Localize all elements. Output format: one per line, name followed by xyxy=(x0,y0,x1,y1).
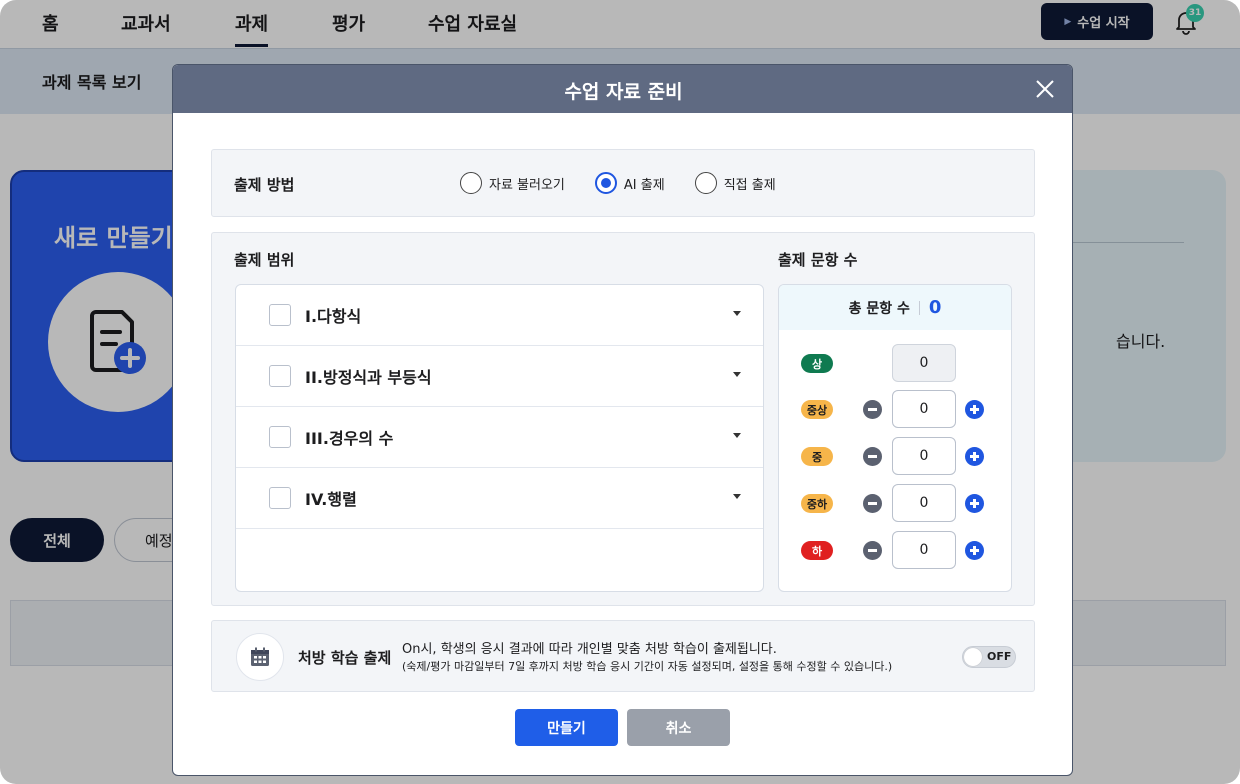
toggle-knob xyxy=(964,648,982,666)
range-item-label: IV.행렬 xyxy=(305,490,357,509)
range-checkbox[interactable] xyxy=(269,487,291,509)
radio-load-materials-label: 자료 불러오기 xyxy=(489,177,565,193)
level-row-mid-high: 중상 xyxy=(779,390,1011,428)
range-checkbox[interactable] xyxy=(269,426,291,448)
range-item-label: II.방정식과 부등식 xyxy=(305,368,432,387)
increase-low-button[interactable] xyxy=(965,541,984,560)
toggle-label: OFF xyxy=(987,650,1012,663)
level-mid-high-count-input[interactable] xyxy=(892,390,956,428)
calendar-icon-circle xyxy=(236,633,284,681)
decrease-low-button[interactable] xyxy=(863,541,882,560)
increase-mid-low-button[interactable] xyxy=(965,494,984,513)
chevron-down-icon[interactable] xyxy=(733,372,741,377)
chevron-down-icon[interactable] xyxy=(733,433,741,438)
prescription-description: On시, 학생의 응시 결과에 따라 개인별 맞춤 처방 학습이 출제됩니다. xyxy=(402,642,777,657)
radio-ai-question[interactable]: AI 출제 xyxy=(594,172,665,194)
total-count-header: 총 문항 수 0 xyxy=(779,285,1011,330)
range-list: I.다항식 II.방정식과 부등식 III.경우의 수 IV.행렬 xyxy=(235,284,764,592)
level-badge-mid-high: 중상 xyxy=(801,400,833,419)
range-item-counting[interactable]: III.경우의 수 xyxy=(236,407,763,468)
radio-ai-question-label: AI 출제 xyxy=(623,177,665,193)
range-item-polynomial[interactable]: I.다항식 xyxy=(236,285,763,346)
level-high-count-input xyxy=(892,344,956,382)
level-row-mid: 중 xyxy=(779,437,1011,475)
level-badge-low: 하 xyxy=(801,541,833,560)
decrease-mid-high-button[interactable] xyxy=(863,400,882,419)
level-row-mid-low: 중하 xyxy=(779,484,1011,522)
radio-manual-question-label: 직접 출제 xyxy=(723,177,776,193)
prepare-materials-modal: 수업 자료 준비 출제 방법 자료 불러오기 AI 출제 직접 출제 출제 범위 xyxy=(172,64,1073,776)
increase-mid-high-button[interactable] xyxy=(965,400,984,419)
modal-title: 수업 자료 준비 xyxy=(564,81,683,103)
radio-load-materials[interactable]: 자료 불러오기 xyxy=(460,172,565,194)
close-icon[interactable] xyxy=(1031,75,1059,103)
level-mid-count-input[interactable] xyxy=(892,437,956,475)
level-badge-high: 상 xyxy=(801,354,833,373)
modal-header: 수업 자료 준비 xyxy=(173,65,1072,113)
chevron-down-icon[interactable] xyxy=(733,311,741,316)
question-range-section: 출제 범위 출제 문항 수 I.다항식 II.방정식과 부등식 III.경우의 … xyxy=(211,232,1035,606)
prescription-learning-section: 처방 학습 출제 On시, 학생의 응시 결과에 따라 개인별 맞춤 처방 학습… xyxy=(211,620,1035,692)
range-checkbox[interactable] xyxy=(269,365,291,387)
total-count-label: 총 문항 수 xyxy=(848,300,910,317)
radio-circle xyxy=(460,172,482,194)
increase-mid-button[interactable] xyxy=(965,447,984,466)
calendar-icon xyxy=(251,647,269,666)
level-row-low: 하 xyxy=(779,531,1011,569)
question-method-section: 출제 방법 자료 불러오기 AI 출제 직접 출제 xyxy=(211,149,1035,217)
level-mid-low-count-input[interactable] xyxy=(892,484,956,522)
question-method-label: 출제 방법 xyxy=(234,176,295,194)
decrease-mid-low-button[interactable] xyxy=(863,494,882,513)
radio-circle-checked xyxy=(594,172,617,194)
radio-manual-question[interactable]: 직접 출제 xyxy=(694,172,776,194)
cancel-button[interactable]: 취소 xyxy=(627,709,730,746)
radio-circle xyxy=(694,172,717,194)
prescription-toggle[interactable]: OFF xyxy=(962,646,1016,668)
level-low-count-input[interactable] xyxy=(892,531,956,569)
question-range-label: 출제 범위 xyxy=(234,251,295,269)
total-count-value: 0 xyxy=(928,297,942,318)
divider xyxy=(918,300,920,315)
level-badge-mid-low: 중하 xyxy=(801,494,833,513)
range-item-label: III.경우의 수 xyxy=(305,429,394,448)
range-item-label: I.다항식 xyxy=(305,307,362,326)
decrease-mid-button[interactable] xyxy=(863,447,882,466)
level-badge-mid: 중 xyxy=(801,447,833,466)
question-method-radio-group: 자료 불러오기 AI 출제 직접 출제 xyxy=(460,172,806,194)
chevron-down-icon[interactable] xyxy=(733,494,741,499)
create-button[interactable]: 만들기 xyxy=(515,709,618,746)
prescription-note: (숙제/평가 마감일부터 7일 후까지 처방 학습 응시 기간이 자동 설정되며… xyxy=(402,660,893,673)
range-checkbox[interactable] xyxy=(269,304,291,326)
prescription-title: 처방 학습 출제 xyxy=(298,649,392,667)
question-count-label: 출제 문항 수 xyxy=(778,251,858,269)
range-item-equations[interactable]: II.방정식과 부등식 xyxy=(236,346,763,407)
question-count-box: 총 문항 수 0 상 중상 중 중하 xyxy=(778,284,1012,592)
level-row-high: 상 xyxy=(779,344,1011,382)
range-item-matrix[interactable]: IV.행렬 xyxy=(236,468,763,529)
